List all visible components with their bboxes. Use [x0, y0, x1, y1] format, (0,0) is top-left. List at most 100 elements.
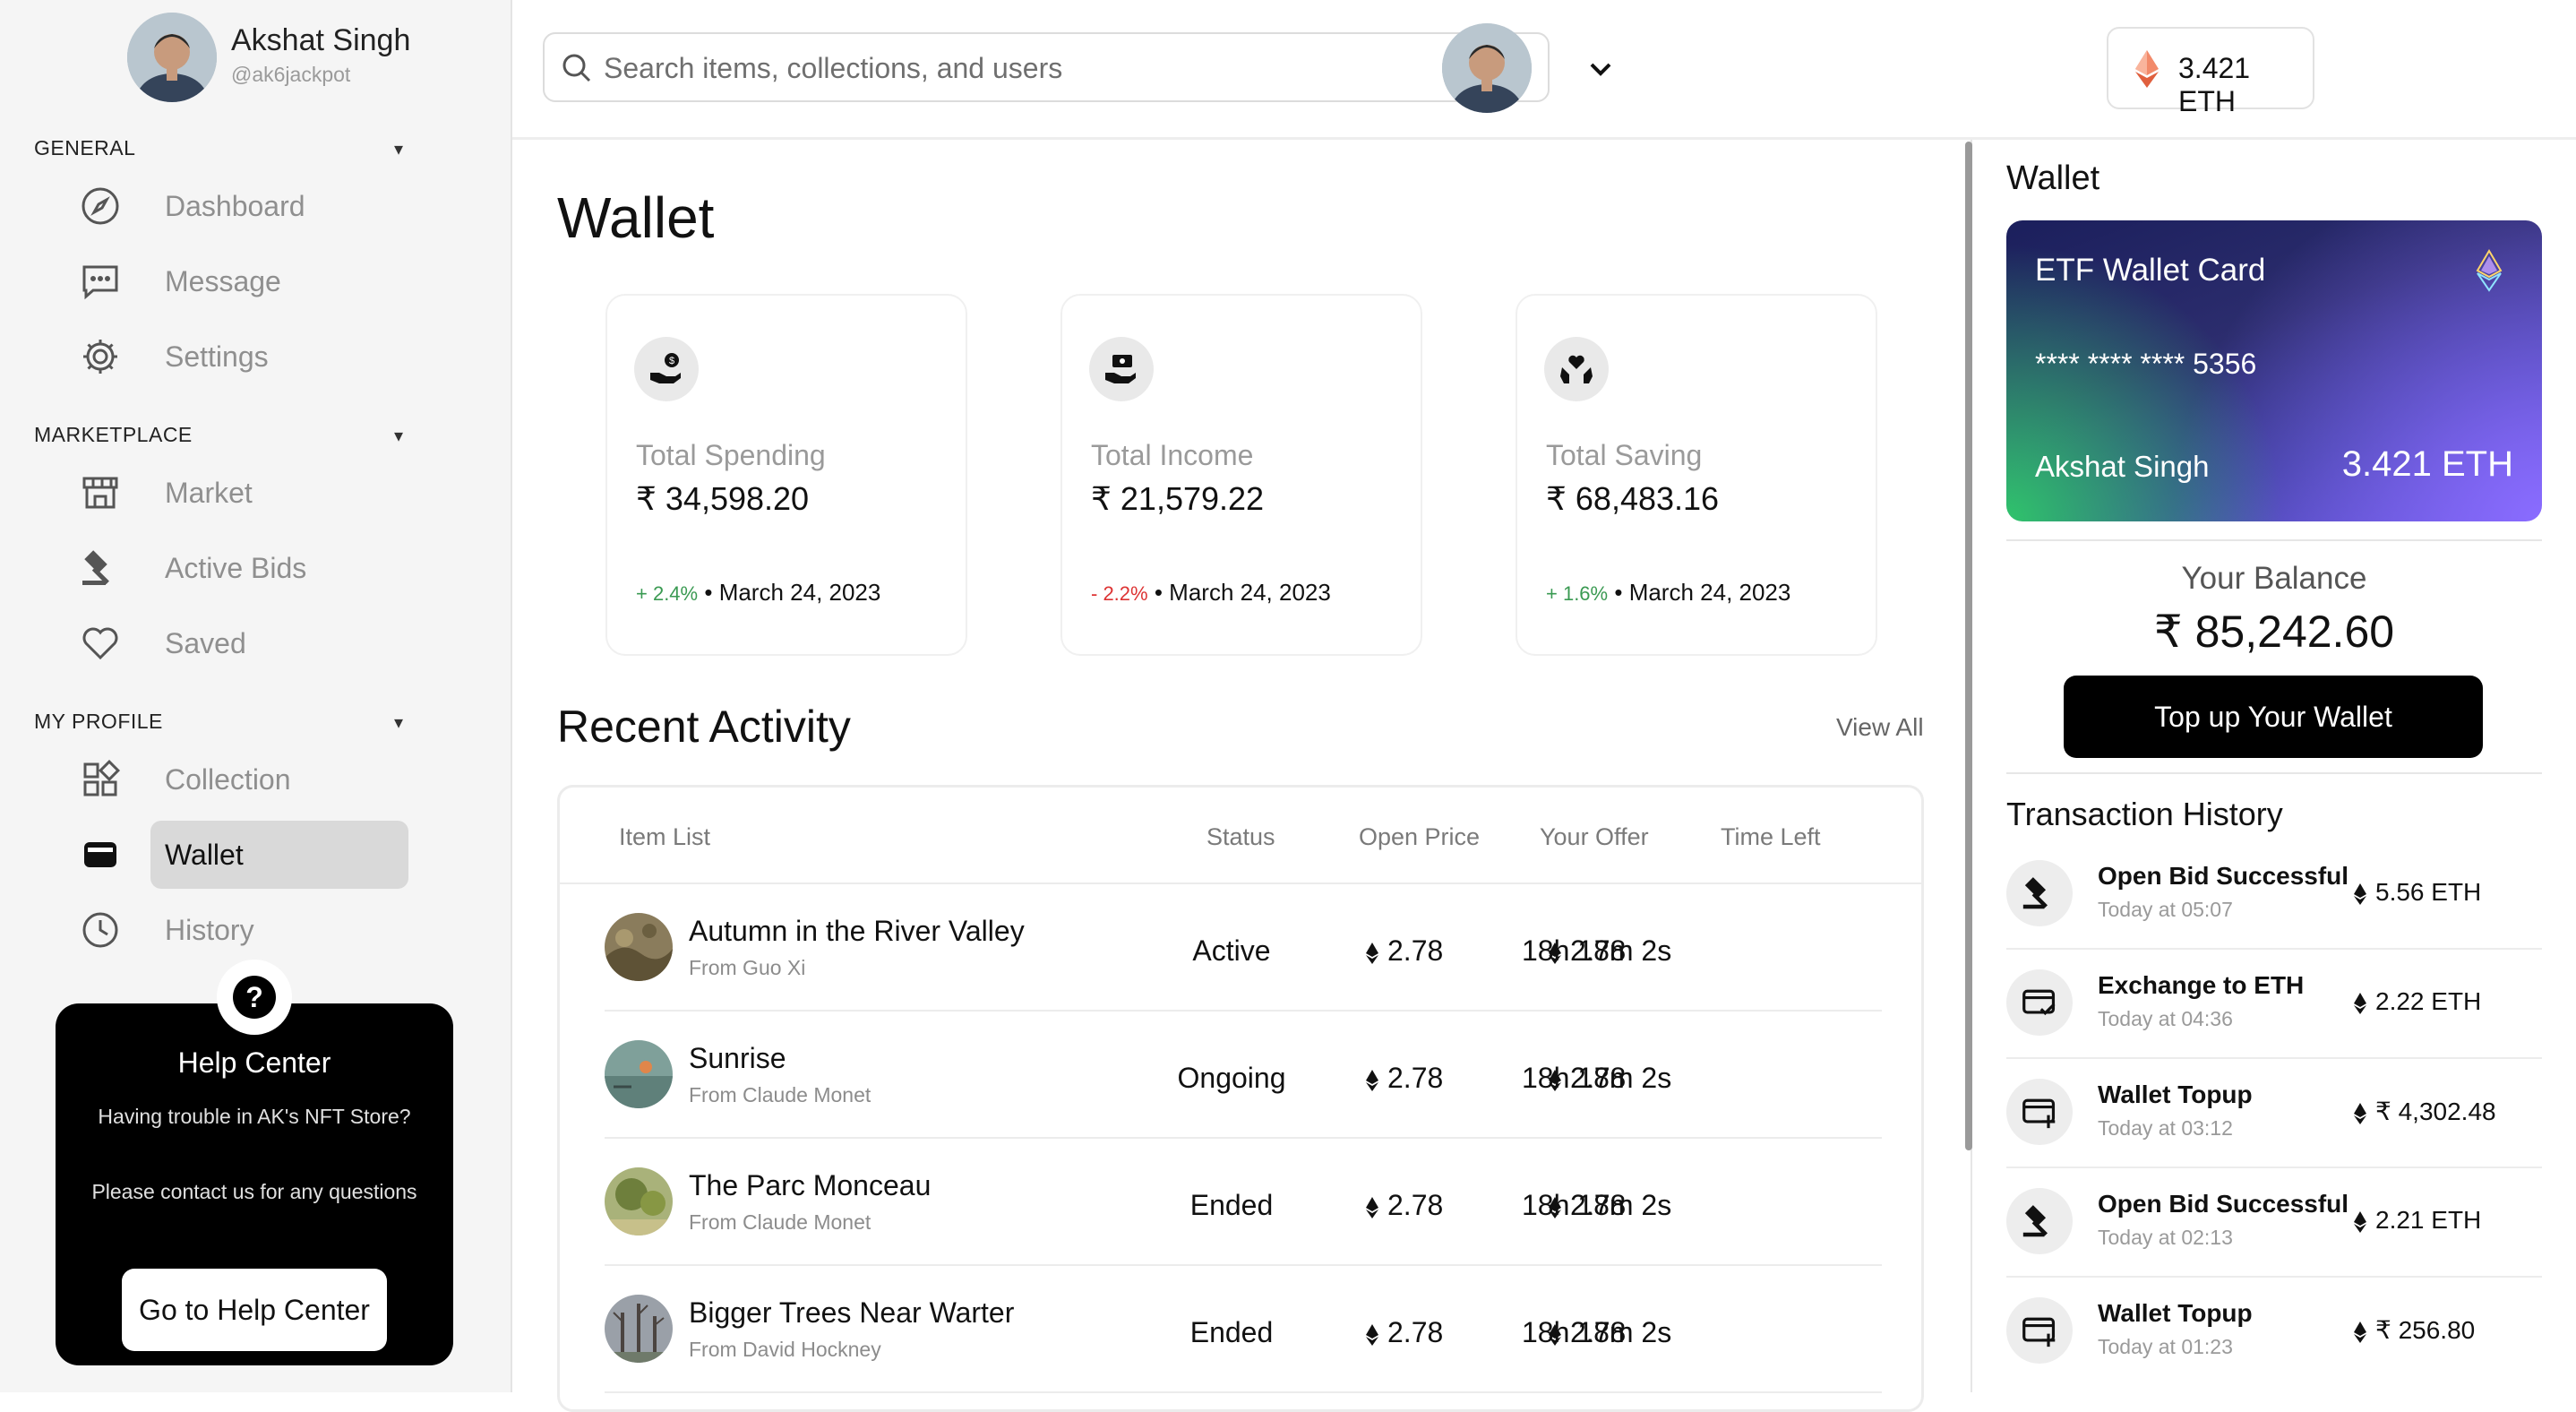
sidebar: Akshat Singh @ak6jackpot GENERAL ▾ Dashb… — [0, 0, 512, 1392]
column-header: Open Price — [1359, 823, 1481, 850]
artwork-thumbnail — [605, 1040, 673, 1108]
balance-label: Your Balance — [2181, 561, 2367, 596]
sidebar-item-market[interactable]: Market — [64, 459, 412, 527]
sidebar-item-label: History — [165, 913, 254, 946]
stat-change: + 2.4% — [636, 582, 699, 605]
stat-label: Total Saving — [1546, 439, 1703, 471]
header-avatar[interactable] — [1442, 23, 1532, 113]
table-row[interactable]: Autumn in the River Valley From Guo Xi A… — [605, 884, 1882, 1012]
transaction-item[interactable]: Open Bid Successful Today at 02:13 2.21 … — [2006, 1168, 2542, 1278]
transaction-time: Today at 03:12 — [2098, 1116, 2233, 1140]
sidebar-item-settings[interactable]: Settings — [64, 323, 412, 391]
gavel-icon — [2006, 1188, 2073, 1254]
sidebar-item-active-bids[interactable]: Active Bids — [64, 534, 412, 602]
transaction-item[interactable]: Wallet Topup Today at 01:23 ₹ 256.80 — [2006, 1278, 2542, 1387]
card-holder: Akshat Singh — [2035, 450, 2210, 483]
wallet-card[interactable]: ETF Wallet Card **** **** **** 5356 Aksh… — [2006, 220, 2542, 521]
hands-heart-icon — [1544, 337, 1609, 401]
chevron-down-icon[interactable]: ▾ — [394, 425, 403, 447]
scrollbar[interactable] — [1965, 142, 1972, 1150]
ethereum-icon — [2354, 1321, 2366, 1343]
sidebar-item-dashboard[interactable]: Dashboard — [64, 172, 412, 240]
top-header: 3.421 ETH — [512, 0, 2576, 140]
help-text: Please contact us for any questions — [91, 1180, 417, 1203]
table-row[interactable]: Sunrise From Claude Monet Ongoing 2.78 2… — [605, 1012, 1882, 1139]
sidebar-item-label: Active Bids — [165, 551, 307, 584]
sidebar-item-label: Market — [165, 476, 253, 509]
table-row[interactable]: Bigger Trees Near Warter From David Hock… — [605, 1266, 1882, 1393]
wallet-icon — [64, 821, 136, 889]
chevron-down-icon[interactable]: ▾ — [394, 711, 403, 734]
transaction-amount-value: 5.56 ETH — [2375, 878, 2482, 906]
item-artist: From Claude Monet — [689, 1083, 872, 1106]
eth-balance-chip[interactable]: 3.421 ETH — [2107, 27, 2314, 117]
transaction-history-title: Transaction History — [2006, 796, 2283, 832]
stat-card-spending: $ Total Spending ₹ 34,598.20 + 2.4% • Ma… — [605, 294, 967, 656]
go-to-help-center-button[interactable]: Go to Help Center — [122, 1269, 387, 1351]
transaction-title: Open Bid Successful — [2098, 862, 2349, 890]
sidebar-item-label: Saved — [165, 626, 246, 659]
open-price-value: 2.78 — [1387, 1189, 1444, 1221]
table-row[interactable]: The Parc Monceau From Claude Monet Ended… — [605, 1139, 1882, 1266]
transaction-title: Wallet Topup — [2098, 1299, 2253, 1327]
ethereum-icon — [1366, 1323, 1378, 1346]
row-divider — [605, 1391, 1882, 1393]
hand-coin-icon: $ — [634, 337, 699, 401]
stat-card-saving: Total Saving ₹ 68,483.16 + 1.6% • March … — [1516, 294, 1877, 656]
open-price: 2.78 — [1366, 934, 1443, 968]
column-header: Time Left — [1721, 823, 1821, 850]
sidebar-item-history[interactable]: History — [64, 896, 412, 964]
chevron-down-icon[interactable] — [1587, 56, 1614, 82]
item-name: Sunrise — [689, 1042, 786, 1074]
item-artist: From Guo Xi — [689, 956, 806, 979]
ethereum-icon — [1366, 1196, 1378, 1218]
ethereum-icon — [2354, 992, 2366, 1014]
divider — [2006, 539, 2542, 541]
hand-money-icon — [1089, 337, 1154, 401]
stat-date: March 24, 2023 — [1628, 579, 1791, 606]
sidebar-item-collection[interactable]: Collection — [64, 745, 412, 814]
separator: • — [1614, 579, 1623, 606]
open-price: 2.78 — [1366, 1189, 1443, 1222]
sidebar-item-message[interactable]: Message — [64, 247, 412, 315]
open-price-value: 2.78 — [1387, 1316, 1444, 1348]
transaction-time: Today at 02:13 — [2098, 1226, 2233, 1249]
item-artist: From David Hockney — [689, 1338, 881, 1361]
user-avatar[interactable] — [127, 13, 217, 102]
item-name: Autumn in the River Valley — [689, 915, 1025, 947]
heart-icon — [64, 609, 136, 677]
gavel-icon — [64, 534, 136, 602]
sidebar-item-wallet[interactable]: Wallet — [64, 821, 412, 889]
search-bar[interactable] — [543, 32, 1550, 102]
transaction-amount-value: 2.22 ETH — [2375, 987, 2482, 1015]
sidebar-item-label: Collection — [165, 762, 291, 796]
stat-footer: + 1.6% • March 24, 2023 — [1546, 579, 1790, 607]
store-icon — [64, 459, 136, 527]
sidebar-item-label: Wallet — [165, 838, 244, 871]
recent-activity-title: Recent Activity — [557, 702, 851, 752]
card-check-icon — [2006, 969, 2073, 1036]
clock-icon — [64, 896, 136, 964]
ethereum-icon — [1366, 1069, 1378, 1091]
card-balance: 3.421 ETH — [2341, 444, 2513, 484]
sidebar-item-saved[interactable]: Saved — [64, 609, 412, 677]
view-all-link[interactable]: View All — [1836, 713, 1924, 742]
separator: • — [704, 579, 713, 606]
transaction-amount: ₹ 4,302.48 — [2354, 1097, 2496, 1126]
transaction-time: Today at 05:07 — [2098, 898, 2233, 921]
transaction-amount: 5.56 ETH — [2354, 878, 2481, 907]
item-status: Active — [1192, 934, 1271, 967]
column-header: Status — [1206, 823, 1275, 850]
transaction-item[interactable]: Open Bid Successful Today at 05:07 5.56 … — [2006, 840, 2542, 950]
transaction-item[interactable]: Wallet Topup Today at 03:12 ₹ 4,302.48 — [2006, 1059, 2542, 1168]
ethereum-icon — [2354, 1102, 2366, 1124]
artwork-thumbnail — [605, 913, 673, 981]
sidebar-item-label: Message — [165, 264, 281, 297]
search-input[interactable] — [602, 43, 1528, 93]
transaction-item[interactable]: Exchange to ETH Today at 04:36 2.22 ETH — [2006, 950, 2542, 1059]
top-up-wallet-button[interactable]: Top up Your Wallet — [2064, 676, 2483, 758]
chevron-down-icon[interactable]: ▾ — [394, 138, 403, 160]
card-plus-icon — [2006, 1297, 2073, 1364]
column-header: Your Offer — [1540, 823, 1649, 850]
time-left: 18h 18m 2s — [1522, 934, 1672, 967]
